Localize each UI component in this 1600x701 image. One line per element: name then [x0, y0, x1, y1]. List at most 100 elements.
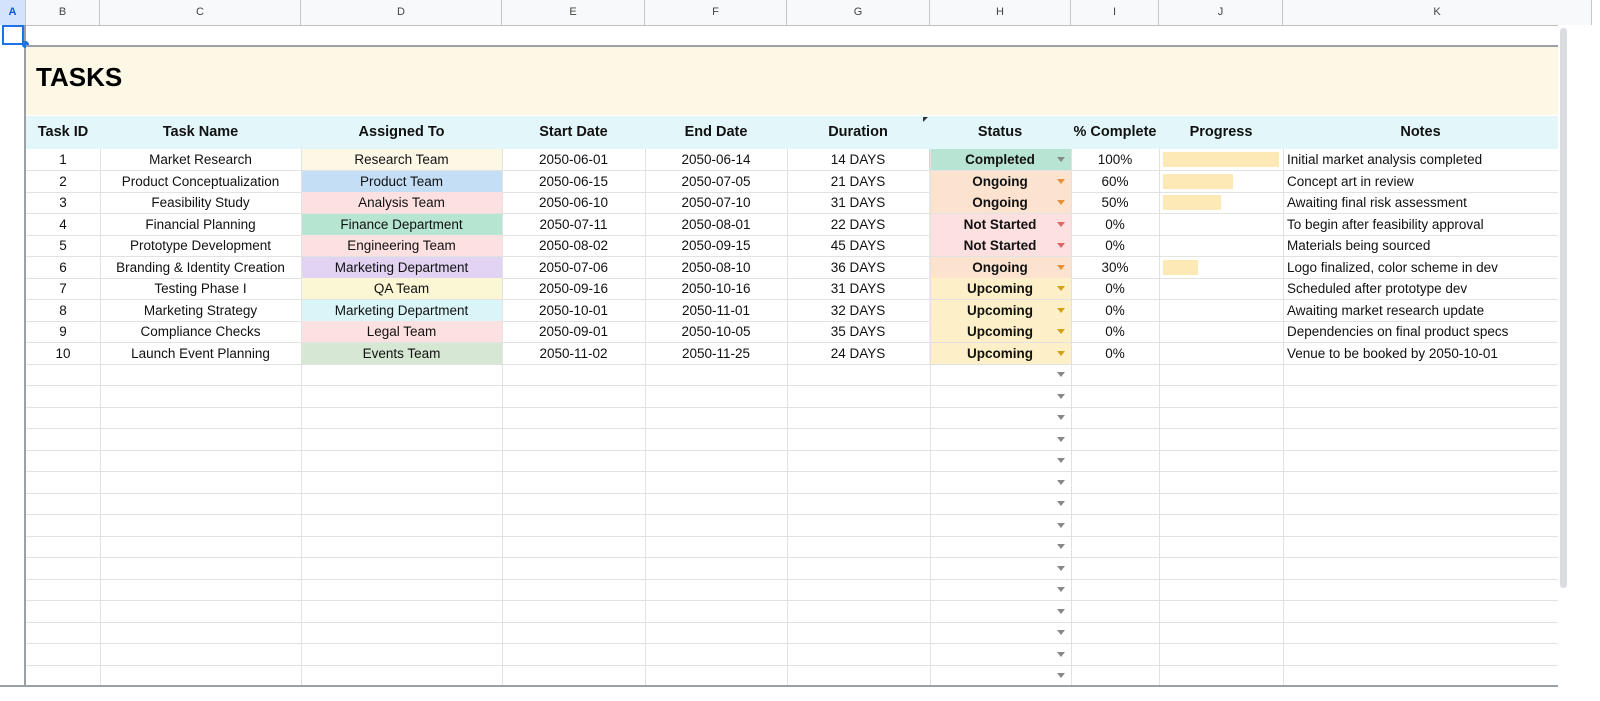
assigned-to-cell[interactable]: QA Team	[301, 278, 502, 299]
progress-cell[interactable]	[1159, 321, 1283, 342]
chevron-down-icon[interactable]	[1057, 436, 1065, 442]
task-name-cell[interactable]: Financial Planning	[100, 214, 301, 235]
start-date-cell[interactable]: 2050-06-10	[502, 192, 645, 213]
assigned-to-cell[interactable]: Research Team	[301, 149, 502, 170]
chevron-down-icon[interactable]	[1057, 587, 1065, 592]
start-date-cell[interactable]: 2050-07-11	[502, 214, 645, 235]
pct-complete-cell[interactable]: 0%	[1071, 235, 1159, 256]
column-header-h[interactable]: H	[930, 0, 1071, 25]
progress-cell[interactable]	[1159, 214, 1283, 235]
column-header-i[interactable]: I	[1071, 0, 1159, 25]
status-dropdown[interactable]	[929, 536, 1071, 557]
header-task-id[interactable]: Task ID	[26, 116, 100, 149]
status-dropdown[interactable]: Ongoing	[929, 170, 1071, 192]
assigned-to-cell[interactable]: Analysis Team	[301, 192, 502, 213]
end-date-cell[interactable]: 2050-08-10	[645, 257, 787, 278]
start-date-cell[interactable]: 2050-09-16	[502, 278, 645, 299]
start-date-cell[interactable]: 2050-10-01	[502, 300, 645, 321]
status-dropdown[interactable]	[929, 429, 1071, 450]
pct-complete-cell[interactable]: 0%	[1071, 278, 1159, 299]
column-header-g[interactable]: G	[787, 0, 930, 25]
duration-cell[interactable]: 31 DAYS	[787, 278, 929, 299]
chevron-down-icon[interactable]	[1057, 565, 1065, 571]
task-id-cell[interactable]: 3	[26, 192, 100, 213]
task-name-cell[interactable]: Prototype Development	[100, 235, 301, 256]
header-status[interactable]: Status	[929, 116, 1071, 149]
assigned-to-cell[interactable]: Finance Department	[301, 213, 502, 235]
notes-cell[interactable]: Venue to be booked by 2050-10-01	[1283, 343, 1558, 364]
pct-complete-cell[interactable]: 60%	[1071, 171, 1159, 192]
duration-cell[interactable]: 31 DAYS	[787, 192, 929, 213]
duration-cell[interactable]: 45 DAYS	[787, 235, 929, 256]
assigned-to-cell[interactable]: Marketing Department	[301, 256, 502, 278]
status-dropdown[interactable]	[929, 493, 1071, 514]
status-dropdown[interactable]	[929, 622, 1071, 643]
progress-cell[interactable]	[1159, 192, 1283, 213]
status-dropdown[interactable]	[929, 386, 1071, 407]
status-dropdown[interactable]	[929, 644, 1071, 665]
column-header-e[interactable]: E	[502, 0, 645, 25]
notes-cell[interactable]: To begin after feasibility approval	[1283, 214, 1558, 235]
progress-cell[interactable]	[1159, 343, 1283, 364]
task-id-cell[interactable]: 5	[26, 235, 100, 256]
task-id-cell[interactable]: 9	[26, 321, 100, 342]
status-dropdown[interactable]: Upcoming	[929, 321, 1071, 342]
chevron-down-icon[interactable]	[1057, 458, 1065, 463]
header-task-name[interactable]: Task Name	[100, 116, 301, 149]
notes-cell[interactable]: Scheduled after prototype dev	[1283, 278, 1558, 299]
task-name-cell[interactable]: Branding & Identity Creation	[100, 257, 301, 278]
notes-cell[interactable]: Materials being sourced	[1283, 235, 1558, 256]
chevron-down-icon[interactable]	[1057, 415, 1065, 420]
end-date-cell[interactable]: 2050-07-05	[645, 171, 787, 192]
header-end-date[interactable]: End Date	[645, 116, 787, 149]
end-date-cell[interactable]: 2050-06-14	[645, 149, 787, 170]
start-date-cell[interactable]: 2050-08-02	[502, 235, 645, 256]
duration-cell[interactable]: 14 DAYS	[787, 149, 929, 170]
progress-cell[interactable]	[1159, 149, 1283, 170]
chevron-down-icon[interactable]	[1057, 544, 1065, 549]
assigned-to-cell[interactable]: Marketing Department	[301, 299, 502, 321]
selected-cell-a1[interactable]	[2, 25, 24, 45]
duration-cell[interactable]: 35 DAYS	[787, 321, 929, 342]
pct-complete-cell[interactable]: 0%	[1071, 214, 1159, 235]
task-id-cell[interactable]: 2	[26, 171, 100, 192]
chevron-down-icon[interactable]	[1057, 372, 1065, 377]
task-name-cell[interactable]: Marketing Strategy	[100, 300, 301, 321]
status-dropdown[interactable]	[929, 579, 1071, 600]
duration-cell[interactable]: 32 DAYS	[787, 300, 929, 321]
header-progress[interactable]: Progress	[1159, 116, 1283, 149]
status-dropdown[interactable]	[929, 407, 1071, 428]
task-name-cell[interactable]: Feasibility Study	[100, 192, 301, 213]
end-date-cell[interactable]: 2050-11-01	[645, 300, 787, 321]
assigned-to-cell[interactable]: Product Team	[301, 170, 502, 192]
task-id-cell[interactable]: 10	[26, 343, 100, 364]
progress-cell[interactable]	[1159, 235, 1283, 256]
progress-cell[interactable]	[1159, 171, 1283, 192]
column-header-d[interactable]: D	[301, 0, 502, 25]
column-header-k[interactable]: K	[1283, 0, 1592, 25]
assigned-to-cell[interactable]: Legal Team	[301, 321, 502, 342]
header-start-date[interactable]: Start Date	[502, 116, 645, 149]
status-dropdown[interactable]	[929, 558, 1071, 579]
chevron-down-icon[interactable]	[1057, 673, 1065, 678]
pct-complete-cell[interactable]: 0%	[1071, 321, 1159, 342]
status-dropdown[interactable]	[929, 450, 1071, 471]
chevron-down-icon[interactable]	[1057, 501, 1065, 506]
start-date-cell[interactable]: 2050-06-15	[502, 171, 645, 192]
task-name-cell[interactable]: Launch Event Planning	[100, 343, 301, 364]
status-dropdown[interactable]	[929, 472, 1071, 493]
progress-cell[interactable]	[1159, 278, 1283, 299]
start-date-cell[interactable]: 2050-07-06	[502, 257, 645, 278]
chevron-down-icon[interactable]	[1057, 479, 1065, 485]
status-dropdown[interactable]	[929, 601, 1071, 622]
scrollbar-thumb[interactable]	[1560, 28, 1567, 588]
start-date-cell[interactable]: 2050-09-01	[502, 321, 645, 342]
notes-cell[interactable]: Awaiting final risk assessment	[1283, 192, 1558, 213]
chevron-down-icon[interactable]	[1057, 200, 1065, 205]
duration-cell[interactable]: 36 DAYS	[787, 257, 929, 278]
column-header-a[interactable]: A	[0, 0, 26, 25]
progress-cell[interactable]	[1159, 257, 1283, 278]
duration-cell[interactable]: 22 DAYS	[787, 214, 929, 235]
chevron-down-icon[interactable]	[1057, 264, 1065, 270]
chevron-down-icon[interactable]	[1057, 630, 1065, 635]
